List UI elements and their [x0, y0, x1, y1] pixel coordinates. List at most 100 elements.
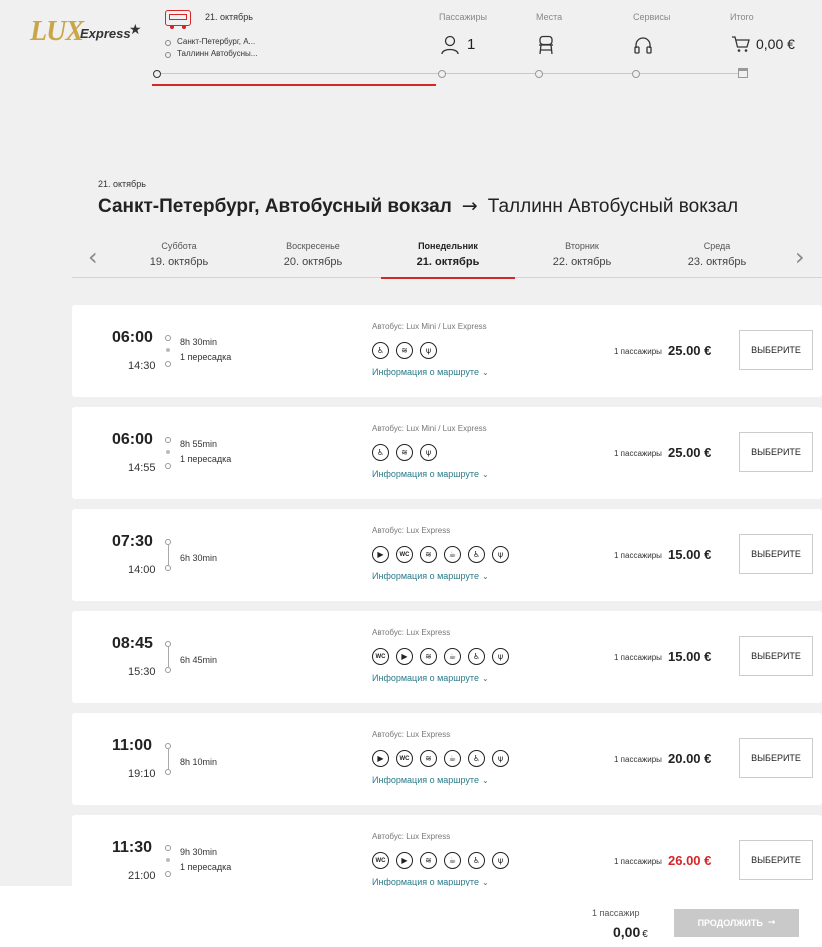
timeline-line	[167, 647, 169, 667]
bus-type: Автобус: Lux Express	[372, 730, 451, 739]
service-icons: ♿ ≋ ψ	[372, 444, 437, 461]
trip-duration: 8h 30min 1 пересадка	[180, 335, 231, 365]
timeline	[165, 539, 172, 571]
bus-type: Автобус: Lux Express	[372, 832, 451, 841]
passenger-label: 1 пассажиры	[614, 857, 662, 866]
timeline	[165, 845, 172, 877]
timeline-start-dot	[165, 335, 171, 341]
seat-icon: ♿	[468, 546, 485, 563]
usb-icon: ψ	[492, 648, 509, 665]
route-from: Санкт-Петербург, Автобусный вокзал	[98, 196, 452, 217]
tab-day-wed[interactable]: Среда 23. октябрь	[650, 233, 784, 278]
select-trip-button[interactable]: ВЫБЕРИТЕ	[739, 636, 813, 676]
timeline-end-dot	[165, 361, 171, 367]
select-trip-button[interactable]: ВЫБЕРИТЕ	[739, 738, 813, 778]
tab-day-sun[interactable]: Воскресенье 20. октябрь	[246, 233, 380, 278]
passenger-label: 1 пассажиры	[614, 347, 662, 356]
seat-icon: ♿	[372, 444, 389, 461]
service-icons: WC ▶ ≋ ☕ ♿ ψ	[372, 852, 509, 869]
bus-type: Автобус: Lux Express	[372, 628, 451, 637]
tab-day-name: Суббота	[161, 241, 197, 251]
timeline-line	[167, 749, 169, 769]
trip-to: Таллинн Автобусны...	[165, 48, 257, 60]
trip-from: Санкт-Петербург, А...	[165, 36, 257, 48]
trip-card: 08:45 15:30 6h 45min Автобус: Lux Expres…	[72, 611, 822, 703]
tab-day-sat[interactable]: Суббота 19. октябрь	[112, 233, 246, 278]
coffee-icon: ☕	[444, 852, 461, 869]
seat-icon: ♿	[468, 648, 485, 665]
trip-price: 25.00 €	[668, 445, 712, 460]
progress-track	[157, 73, 742, 74]
select-trip-button[interactable]: ВЫБЕРИТЕ	[739, 534, 813, 574]
tab-day-name: Понедельник	[418, 241, 478, 251]
footer-currency: €	[642, 929, 648, 940]
service-icons: WC ▶ ≋ ☕ ♿ ψ	[372, 648, 509, 665]
service-icons: ▶ WC ≋ ☕ ♿ ψ	[372, 546, 509, 563]
select-trip-button[interactable]: ВЫБЕРИТЕ	[739, 840, 813, 880]
calendar-icon[interactable]	[738, 68, 748, 78]
usb-icon: ψ	[420, 342, 437, 359]
person-icon[interactable]	[441, 35, 459, 60]
lux-express-logo[interactable]: LUX Express ★	[30, 16, 145, 56]
trip-duration: 8h 10min	[180, 755, 217, 770]
play-icon: ▶	[372, 546, 389, 563]
step-passengers-label: Пассажиры	[439, 12, 488, 22]
service-icons: ♿ ≋ ψ	[372, 342, 437, 359]
select-trip-button[interactable]: ВЫБЕРИТЕ	[739, 432, 813, 472]
transfer-text: 1 пересадка	[180, 352, 232, 362]
step-services-label: Сервисы	[633, 12, 671, 22]
timeline-end-dot	[165, 463, 171, 469]
route-info-link[interactable]: Информация о маршруте ⌄	[372, 673, 489, 683]
footer-total: 0,00 €	[613, 924, 648, 940]
chevron-down-icon: ⌄	[481, 368, 489, 377]
footer-passenger-count: 1 пассажир	[592, 908, 640, 918]
tab-day-mon[interactable]: Понедельник 21. октябрь	[381, 233, 515, 279]
bus-type: Автобус: Lux Mini / Lux Express	[372, 424, 487, 433]
timeline	[165, 437, 172, 469]
cart-total: 0,00 €	[756, 36, 795, 52]
arrival-time: 14:55	[128, 462, 156, 474]
tab-day-date: 23. октябрь	[687, 256, 747, 268]
trip-card: 07:30 14:00 6h 30min Автобус: Lux Expres…	[72, 509, 822, 601]
route-info-link[interactable]: Информация о маршруте ⌄	[372, 571, 489, 581]
trip-duration: 8h 55min 1 пересадка	[180, 437, 231, 467]
timeline-line	[167, 545, 169, 565]
transfer-dot	[166, 348, 170, 352]
departure-time: 08:45	[112, 635, 153, 652]
passenger-count[interactable]: 1	[467, 36, 475, 53]
trip-price: 26.00 €	[668, 853, 712, 868]
usb-icon: ψ	[492, 750, 509, 767]
timeline-start-dot	[165, 845, 171, 851]
progress-dot-seats[interactable]	[535, 70, 543, 78]
timeline-end-dot	[165, 871, 171, 877]
tab-day-tue[interactable]: Вторник 22. октябрь	[515, 233, 649, 278]
headphones-icon[interactable]	[633, 35, 653, 60]
progress-dot-passengers[interactable]	[438, 70, 446, 78]
logo-express-text: Express	[80, 26, 131, 41]
seat-step-icon[interactable]	[537, 35, 555, 60]
route-date: 21. октябрь	[98, 179, 146, 189]
bus-type: Автобус: Lux Mini / Lux Express	[372, 322, 487, 331]
transfer-text: 1 пересадка	[180, 454, 232, 464]
route-info-link[interactable]: Информация о маршруте ⌄	[372, 367, 489, 377]
continue-button[interactable]: ПРОДОЛЖИТЬ →	[674, 909, 799, 937]
duration-text: 6h 45min	[180, 655, 218, 665]
chevron-down-icon: ⌄	[481, 572, 489, 581]
progress-dot-trip[interactable]	[153, 70, 161, 78]
wifi-icon: ≋	[396, 444, 413, 461]
play-icon: ▶	[396, 648, 413, 665]
footer-bar: 1 пассажир 0,00 € ПРОДОЛЖИТЬ →	[0, 886, 822, 947]
duration-text: 8h 55min	[180, 439, 218, 449]
select-trip-button[interactable]: ВЫБЕРИТЕ	[739, 330, 813, 370]
progress-dot-services[interactable]	[632, 70, 640, 78]
route-info-link[interactable]: Информация о маршруте ⌄	[372, 469, 489, 479]
departure-time: 11:30	[112, 839, 153, 856]
arrival-time: 21:00	[128, 870, 156, 882]
trip-summary[interactable]: 21. октябрь Санкт-Петербург, А... Таллин…	[165, 8, 275, 68]
cart-icon[interactable]	[731, 35, 751, 58]
bus-type: Автобус: Lux Express	[372, 526, 451, 535]
continue-label: ПРОДОЛЖИТЬ	[697, 918, 763, 928]
route-info-link[interactable]: Информация о маршруте ⌄	[372, 775, 489, 785]
tab-day-name: Среда	[703, 241, 731, 251]
departure-time: 06:00	[112, 431, 153, 448]
